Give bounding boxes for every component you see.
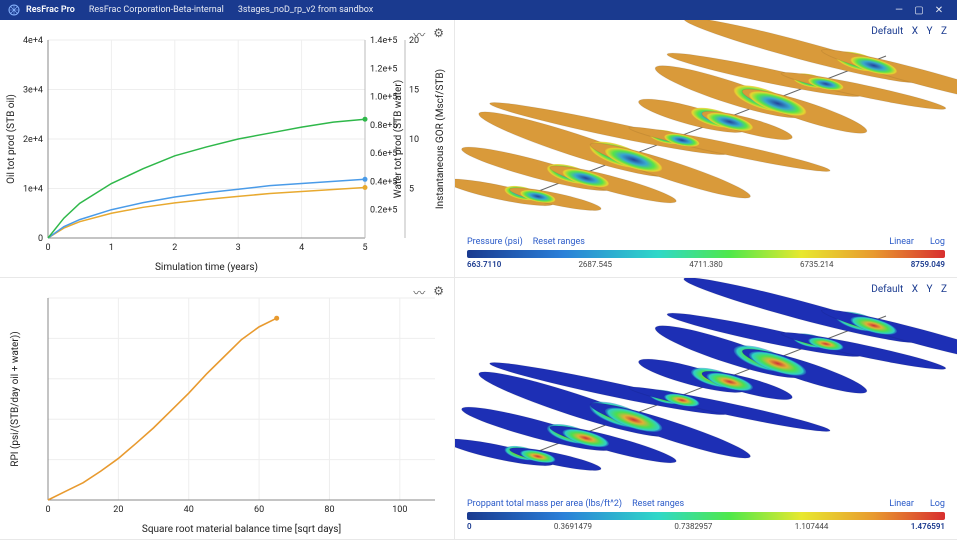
production-chart[interactable]: 01234501e+42e+43e+44e+40.2e+50.4e+50.6e+… <box>0 20 455 278</box>
svg-text:2e+4: 2e+4 <box>23 135 43 145</box>
property-label[interactable]: Proppant total mass per area (lbs/ft^2) <box>467 499 622 509</box>
svg-text:3e+4: 3e+4 <box>23 86 43 96</box>
tick: 0.3691479 <box>554 522 592 531</box>
scale-linear[interactable]: Linear <box>889 499 914 509</box>
app-logo-icon <box>8 4 20 16</box>
svg-text:60: 60 <box>254 505 264 515</box>
app-name: ResFrac Pro <box>26 5 75 15</box>
svg-text:RPI (psi/(STB/day oil + water): RPI (psi/(STB/day oil + water)) <box>9 331 21 466</box>
view3d-proppant: Default X Y Z Proppant total mass per ar… <box>455 278 957 540</box>
tick: 6735.214 <box>800 260 834 269</box>
maximize-button[interactable]: ▢ <box>909 5 929 16</box>
svg-text:1e+4: 1e+4 <box>23 185 43 195</box>
rpi-chart[interactable]: 0 20 40 60 80 100 Square root material balance… <box>0 278 455 540</box>
tick: 8759.049 <box>911 260 945 269</box>
svg-text:Square root material balance t: Square root material balance time [sqrt … <box>142 523 341 535</box>
view3d-pressure: Default X Y Z Pressure (psi) Reset range… <box>455 20 957 278</box>
workspace-grid: 〰 ⚙ 01234501e+42e+43e+44e+40.2e+50.4e+50… <box>0 20 957 540</box>
chart-panel-production: 〰 ⚙ 01234501e+42e+43e+44e+40.2e+50.4e+50… <box>0 20 455 278</box>
tick: 0 <box>467 522 472 531</box>
reset-ranges[interactable]: Reset ranges <box>632 499 684 509</box>
scale-log[interactable]: Log <box>930 237 945 247</box>
tick: 2687.545 <box>578 260 612 269</box>
svg-text:1.4e+5: 1.4e+5 <box>370 36 397 46</box>
svg-text:0: 0 <box>45 505 50 515</box>
svg-text:2: 2 <box>172 243 177 253</box>
tick: 663.7110 <box>467 260 501 269</box>
viewport-pressure[interactable] <box>455 20 957 231</box>
svg-text:40: 40 <box>184 505 194 515</box>
titlebar: ResFrac Pro ResFrac Corporation-Beta-int… <box>0 0 957 20</box>
tick: 1.107444 <box>795 522 829 531</box>
svg-text:20: 20 <box>113 505 123 515</box>
svg-text:0: 0 <box>45 243 50 253</box>
tick: 1.476591 <box>911 522 945 531</box>
svg-text:Water tot prod (STB water): Water tot prod (STB water) <box>392 80 404 198</box>
svg-text:Oil tot prod (STB oil): Oil tot prod (STB oil) <box>5 94 17 184</box>
tick: 4711.380 <box>689 260 723 269</box>
property-label[interactable]: Pressure (psi) <box>467 237 523 247</box>
svg-text:4e+4: 4e+4 <box>23 36 43 46</box>
scale-log[interactable]: Log <box>930 499 945 509</box>
svg-text:100: 100 <box>392 505 407 515</box>
svg-text:1.2e+5: 1.2e+5 <box>370 64 397 74</box>
svg-text:0: 0 <box>38 234 43 244</box>
svg-text:15: 15 <box>409 86 419 96</box>
reset-ranges[interactable]: Reset ranges <box>533 237 585 247</box>
svg-text:80: 80 <box>324 505 334 515</box>
svg-text:3: 3 <box>236 243 241 253</box>
svg-text:5: 5 <box>409 185 414 195</box>
svg-text:0.2e+5: 0.2e+5 <box>370 206 397 216</box>
svg-text:Instantaneous GOR (Mscf/STB): Instantaneous GOR (Mscf/STB) <box>434 69 446 209</box>
scale-linear[interactable]: Linear <box>889 237 914 247</box>
file-name: 3stages_noD_rp_v2 from sandbox <box>238 5 373 15</box>
tick: 0.7382957 <box>674 522 712 531</box>
close-button[interactable]: ✕ <box>929 5 949 16</box>
org-name: ResFrac Corporation-Beta-internal <box>89 5 224 15</box>
viewport-proppant[interactable] <box>455 278 957 493</box>
colorbar-proppant[interactable]: 0 0.3691479 0.7382957 1.107444 1.476591 <box>467 512 945 531</box>
minimize-button[interactable]: — <box>889 5 909 16</box>
svg-text:1: 1 <box>109 243 114 253</box>
svg-text:20: 20 <box>409 36 419 46</box>
svg-text:5: 5 <box>362 243 367 253</box>
svg-text:4: 4 <box>299 243 304 253</box>
svg-text:Simulation time (years): Simulation time (years) <box>155 261 258 273</box>
chart-panel-rpi: 〰 ⚙ 020406080100Square root material bal… <box>0 278 455 540</box>
svg-text:10: 10 <box>409 135 419 145</box>
colorbar-pressure[interactable]: 663.7110 2687.545 4711.380 6735.214 8759… <box>467 250 945 269</box>
